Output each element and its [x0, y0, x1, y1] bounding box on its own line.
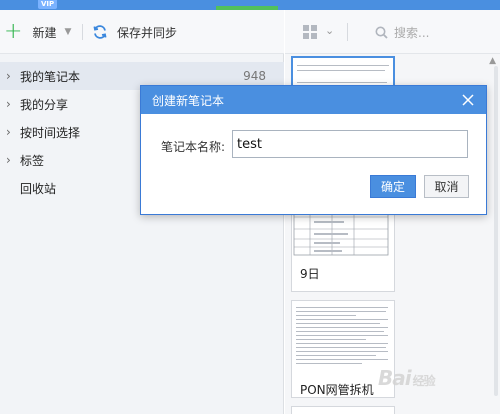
- note-card[interactable]: [291, 406, 395, 414]
- scroll-up-icon[interactable]: ▲: [489, 56, 496, 66]
- plus-icon: +: [4, 19, 23, 44]
- top-strip: VIP: [0, 0, 500, 10]
- save-sync-button[interactable]: 保存并同步: [92, 20, 177, 44]
- save-sync-label: 保存并同步: [117, 25, 178, 40]
- toolbar-divider: [82, 24, 83, 40]
- sidebar-item-label: 标签: [20, 153, 45, 168]
- notebook-name-input[interactable]: [232, 130, 468, 158]
- chevron-right-icon[interactable]: ›: [6, 125, 20, 139]
- toolbar-divider: [347, 23, 348, 41]
- dialog-title: 创建新笔记本: [152, 93, 225, 108]
- new-button-label: 新建: [32, 25, 57, 40]
- dialog-header: 创建新笔记本: [141, 86, 486, 114]
- toolbar: + 新建 ▼ 保存并同步: [0, 10, 284, 54]
- confirm-button[interactable]: 确定: [370, 175, 416, 198]
- scrollbar[interactable]: [494, 66, 498, 396]
- watermark: Bai 经验: [378, 366, 436, 390]
- search-placeholder: 搜索...: [394, 25, 430, 40]
- watermark-suffix: 经验: [412, 374, 436, 388]
- vip-badge: VIP: [38, 0, 58, 9]
- note-thumbnail: [292, 301, 394, 373]
- chevron-right-icon[interactable]: ›: [6, 97, 20, 111]
- notebook-count: 948: [243, 69, 266, 83]
- search-box[interactable]: 搜索...: [375, 22, 429, 42]
- close-icon[interactable]: [460, 92, 476, 108]
- note-card[interactable]: 9日: [291, 206, 395, 292]
- watermark-text: Bai: [378, 366, 412, 390]
- search-icon: [375, 26, 388, 39]
- table-thumbnail: [293, 210, 389, 256]
- note-card-title: 9日: [300, 267, 320, 281]
- sidebar-item-label: 我的笔记本: [20, 69, 81, 84]
- notebook-name-label: 笔记本名称:: [161, 140, 226, 154]
- note-thumbnail: [292, 207, 394, 261]
- sidebar-item-label: 回收站: [20, 181, 57, 196]
- sync-icon: [93, 25, 107, 39]
- chevron-right-icon[interactable]: ›: [6, 153, 20, 167]
- new-button[interactable]: + 新建 ▼: [4, 20, 71, 44]
- chevron-right-icon[interactable]: ›: [6, 69, 20, 83]
- cancel-button[interactable]: 取消: [424, 175, 469, 198]
- grid-view-icon[interactable]: [303, 25, 317, 39]
- sidebar-item-label: 我的分享: [20, 97, 69, 112]
- note-list-toolbar: ⌄ 搜索...: [285, 10, 500, 54]
- chevron-down-icon[interactable]: ▼: [64, 27, 71, 37]
- chevron-down-icon[interactable]: ⌄: [325, 24, 334, 37]
- create-notebook-dialog: 创建新笔记本 笔记本名称: 确定 取消: [140, 85, 487, 215]
- sidebar-item-label: 按时间选择: [20, 125, 81, 140]
